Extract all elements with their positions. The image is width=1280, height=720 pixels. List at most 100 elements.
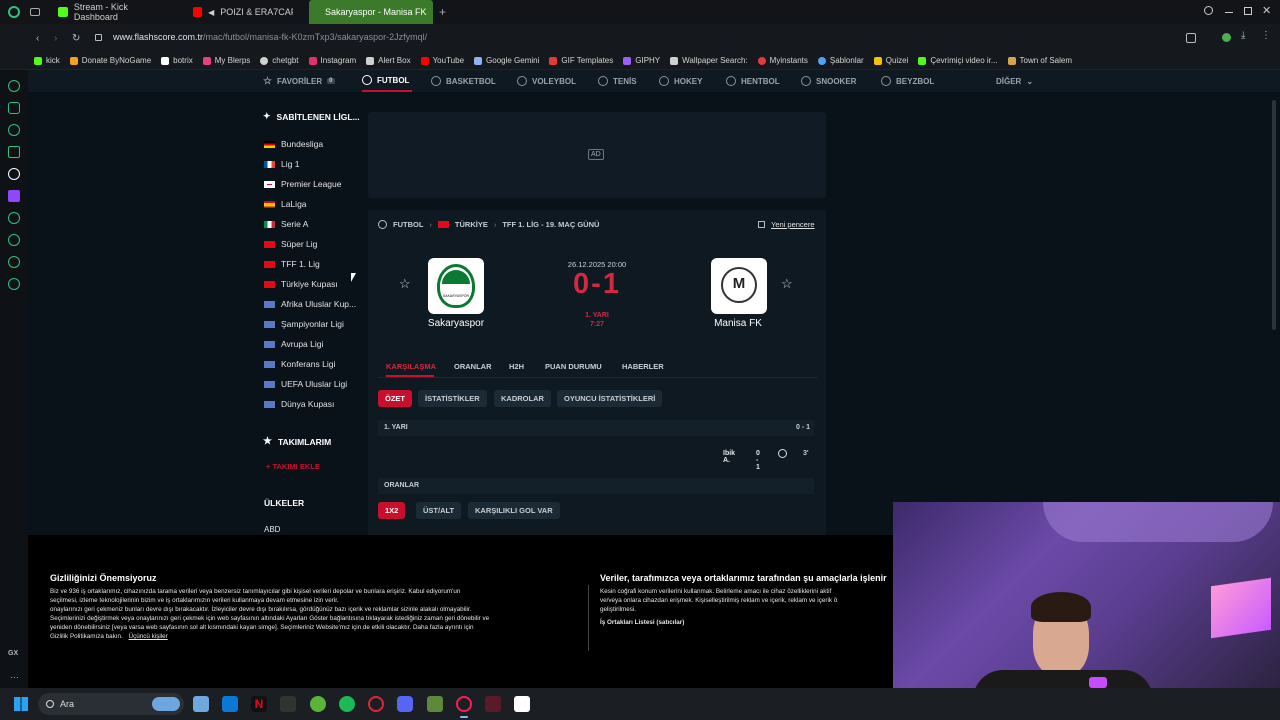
sport-volleyball[interactable]: VOLEYBOL bbox=[517, 70, 576, 92]
odds-tab-over-under[interactable]: ÜST/ALT bbox=[416, 502, 462, 519]
league-item[interactable]: Lig 1 bbox=[264, 157, 299, 171]
add-team-button[interactable]: + TAKIMI EKLE bbox=[266, 462, 320, 471]
league-item[interactable]: Süper Lig bbox=[264, 237, 317, 251]
reload-icon[interactable]: ↻ bbox=[72, 33, 80, 44]
subtab-lineups[interactable]: KADROLAR bbox=[494, 390, 551, 407]
bookmark-gemini[interactable]: Google Gemini bbox=[474, 56, 539, 65]
more-icon[interactable]: … bbox=[10, 670, 19, 680]
bookmark-wallpaper[interactable]: Wallpaper Search: bbox=[670, 56, 748, 65]
breadcrumb-sport[interactable]: FUTBOL bbox=[393, 220, 423, 229]
tab-standings[interactable]: PUAN DURUMU bbox=[545, 362, 602, 371]
tab-match[interactable]: KARŞILAŞMA bbox=[386, 362, 436, 371]
bookmark-giphy[interactable]: GIPHY bbox=[623, 56, 660, 65]
spotify-icon[interactable] bbox=[339, 696, 355, 712]
new-tab-button[interactable]: + bbox=[439, 5, 446, 19]
bookmark-donate[interactable]: Donate ByNoGame bbox=[69, 56, 151, 65]
sport-handball[interactable]: HENTBOL bbox=[726, 70, 780, 92]
close-icon[interactable]: ✕ bbox=[1262, 4, 1271, 17]
league-item[interactable]: Dünya Kupası bbox=[264, 397, 334, 411]
away-favorite-star-icon[interactable]: ☆ bbox=[781, 276, 793, 292]
third-parties-link[interactable]: Üçüncü kişiler bbox=[129, 633, 168, 640]
partners-list-link[interactable]: İş Ortakları Listesi (satıcılar) bbox=[600, 618, 684, 627]
new-window-link[interactable]: Yeni pencere bbox=[758, 220, 815, 229]
gx-control-icon[interactable] bbox=[8, 80, 20, 92]
sport-basketball[interactable]: BASKETBOL bbox=[431, 70, 496, 92]
url-field[interactable]: www.flashscore.com.tr/mac/futbol/manisa-… bbox=[113, 32, 427, 42]
download-icon[interactable]: ⤓ bbox=[1241, 30, 1245, 41]
bookmark-chetgbt[interactable]: chetgbt bbox=[260, 56, 299, 65]
tiktok-icon[interactable] bbox=[8, 168, 20, 180]
tab-kick-dashboard[interactable]: Stream - Kick Dashboard bbox=[48, 0, 183, 24]
tab-youtube-poizi[interactable]: ◀ POIZI & ERA7CAPONE bbox=[183, 0, 303, 24]
scorer-name[interactable]: Ibik A. bbox=[723, 450, 735, 464]
back-icon[interactable]: ‹ bbox=[36, 33, 39, 44]
subtab-statistics[interactable]: İSTATİSTİKLER bbox=[418, 390, 487, 407]
sport-hockey[interactable]: HOKEY bbox=[659, 70, 702, 92]
league-item[interactable]: Serie A bbox=[264, 217, 308, 231]
menu-icon[interactable]: ⋮ bbox=[1261, 30, 1271, 41]
league-item[interactable]: Afrika Uluslar Kup... bbox=[264, 297, 356, 311]
league-item[interactable]: Bundesliga bbox=[264, 137, 323, 151]
away-team-name[interactable]: Manisa FK bbox=[688, 318, 788, 329]
league-item[interactable]: Türkiye Kupası bbox=[264, 277, 338, 291]
taskbar-search[interactable]: Ara bbox=[38, 693, 184, 715]
extensions-sidebar-icon[interactable] bbox=[8, 256, 20, 268]
discord-taskbar-icon[interactable] bbox=[397, 696, 413, 712]
maximize-icon[interactable] bbox=[1244, 7, 1252, 15]
whatsapp-icon[interactable] bbox=[8, 124, 20, 136]
bookmark-blerps[interactable]: My Blerps bbox=[202, 56, 250, 65]
bookmark-botrix[interactable]: botrix bbox=[161, 56, 193, 65]
tab-odds[interactable]: ORANLAR bbox=[454, 362, 492, 371]
extensions-icon[interactable] bbox=[1186, 33, 1196, 43]
sport-favorites[interactable]: ☆ FAVORİLER 0 bbox=[263, 70, 335, 92]
bookmark-gif[interactable]: GIF Templates bbox=[549, 56, 613, 65]
netflix-icon[interactable]: N bbox=[251, 696, 267, 712]
xbox-icon[interactable] bbox=[310, 696, 326, 712]
tab-h2h[interactable]: H2H bbox=[509, 362, 524, 371]
bookmark-townofsalem[interactable]: Town of Salem bbox=[1007, 56, 1072, 65]
task-view-icon[interactable] bbox=[193, 696, 209, 712]
windows-start-icon[interactable] bbox=[14, 697, 28, 711]
subtab-summary[interactable]: ÖZET bbox=[378, 390, 412, 407]
messenger-icon[interactable] bbox=[8, 146, 20, 158]
tab-news[interactable]: HABERLER bbox=[622, 362, 664, 371]
bookmark-myinstants[interactable]: Myinstants bbox=[757, 56, 808, 65]
country-item[interactable]: ABD bbox=[264, 525, 280, 534]
settings-icon[interactable] bbox=[8, 278, 20, 290]
sport-tennis[interactable]: TENİS bbox=[598, 70, 637, 92]
store-icon[interactable] bbox=[222, 696, 238, 712]
sport-football[interactable]: FUTBOL bbox=[362, 70, 412, 92]
tab-flashscore[interactable]: Sakaryaspor - Manisa FK bbox=[309, 0, 433, 24]
history-icon[interactable] bbox=[8, 234, 20, 246]
bookmark-sablonlar[interactable]: Şablonlar bbox=[817, 56, 864, 65]
sport-baseball[interactable]: BEYZBOL bbox=[881, 70, 934, 92]
league-item[interactable]: UEFA Uluslar Ligi bbox=[264, 377, 347, 391]
odds-tab-1x2[interactable]: 1X2 bbox=[378, 502, 406, 519]
opera-logo-icon[interactable] bbox=[8, 6, 20, 18]
league-item[interactable]: Şampiyonlar Ligi bbox=[264, 317, 344, 331]
capcut-icon[interactable] bbox=[514, 696, 530, 712]
forward-icon[interactable]: › bbox=[54, 33, 57, 44]
league-item[interactable]: Premier League bbox=[264, 177, 341, 191]
league-item[interactable]: TFF 1. Lig bbox=[264, 257, 320, 271]
minecraft-icon[interactable] bbox=[427, 696, 443, 712]
profile-icon[interactable] bbox=[1222, 33, 1231, 42]
league-item[interactable]: LaLiga bbox=[264, 197, 307, 211]
twitch-icon[interactable] bbox=[8, 190, 20, 202]
bookmark-youtube[interactable]: YouTube bbox=[420, 56, 464, 65]
away-team-logo[interactable]: M bbox=[711, 258, 767, 314]
bookmark-alertbox[interactable]: Alert Box bbox=[366, 56, 411, 65]
subtab-player-stats[interactable]: OYUNCU İSTATİSTİKLERİ bbox=[557, 390, 663, 407]
sport-snooker[interactable]: SNOOKER bbox=[801, 70, 856, 92]
league-item[interactable]: Konferans Ligi bbox=[264, 357, 335, 371]
league-item[interactable]: Avrupa Ligi bbox=[264, 337, 323, 351]
bookmark-kick[interactable]: kick bbox=[34, 56, 60, 65]
opera-gx-icon[interactable] bbox=[456, 696, 472, 712]
breadcrumb-country[interactable]: TÜRKİYE bbox=[455, 220, 488, 229]
search-icon[interactable] bbox=[1204, 6, 1213, 15]
bookmark-video[interactable]: Çevrimiçi video ir... bbox=[918, 56, 998, 65]
bookmark-instagram[interactable]: Instagram bbox=[308, 56, 356, 65]
sport-other[interactable]: DİĞER ⌄ bbox=[996, 70, 1033, 92]
breadcrumb-league[interactable]: TFF 1. LİG - 19. MAÇ GÜNÜ bbox=[502, 220, 599, 229]
odds-tab-btts[interactable]: KARŞILIKLI GOL VAR bbox=[468, 502, 560, 519]
